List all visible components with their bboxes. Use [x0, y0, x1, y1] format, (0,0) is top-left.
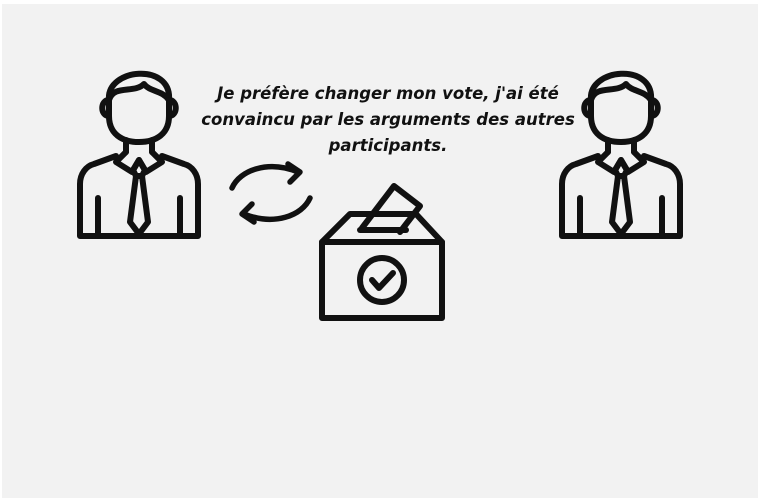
ballot-box-icon	[318, 183, 448, 324]
diagram-canvas: Je préfère changer mon vote, j'ai été co…	[2, 4, 758, 498]
speech-text: Je préfère changer mon vote, j'ai été co…	[201, 84, 575, 155]
businessman-icon-left	[76, 60, 202, 242]
swap-arrows-icon	[226, 158, 316, 230]
